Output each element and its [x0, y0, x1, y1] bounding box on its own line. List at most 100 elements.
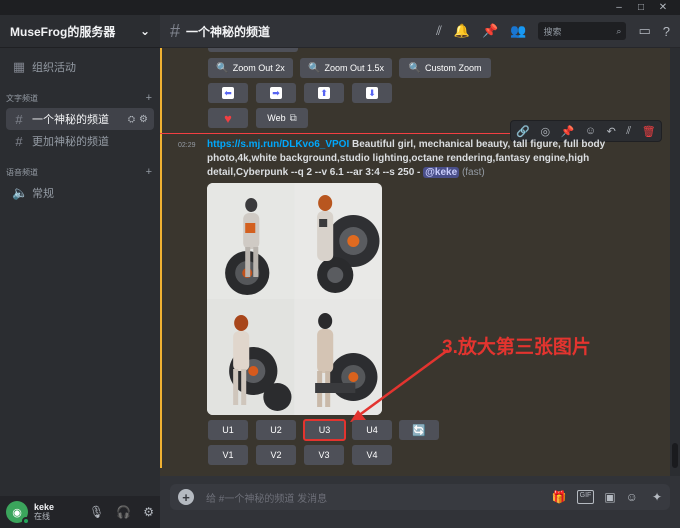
pan-down-button[interactable]: ⬇ — [352, 83, 392, 103]
microphone-icon[interactable]: 🎙 — [89, 505, 104, 519]
header-toolbar: ⫽ 🔔 📌 👥 搜索 ⌕ ▭ ? — [436, 22, 670, 40]
zoom-out-1.5x-button[interactable]: 🔍 Zoom Out 1.5x — [300, 58, 392, 78]
members-icon[interactable]: 👥 — [510, 23, 526, 39]
app-icon[interactable]: ◎ — [540, 125, 550, 138]
button-label: V4 — [366, 450, 378, 460]
apps-icon[interactable]: ✦ — [652, 490, 662, 504]
add-channel-icon[interactable]: + — [146, 92, 152, 104]
variation-v3-button[interactable]: V3 — [304, 445, 344, 465]
sticker-icon[interactable]: ▣ — [604, 490, 615, 504]
emoji-icon[interactable]: ☺ — [585, 125, 596, 137]
threads-icon[interactable]: ⫽ — [436, 23, 442, 39]
variation-v2-button[interactable]: V2 — [256, 445, 296, 465]
bell-icon[interactable]: 🔔 — [454, 23, 470, 39]
sidebar-item-channel-2[interactable]: # 更加神秘的频道 — [6, 130, 154, 152]
scrollbar-thumb[interactable] — [672, 443, 678, 468]
pin-icon[interactable]: 📌 — [561, 125, 575, 138]
message-placeholder: 给 #一个神秘的频道 发消息 — [206, 493, 328, 505]
search-placeholder: 搜索 — [543, 26, 562, 37]
prompt-link[interactable]: https://s.mj.run/DLKvo6_VPOI — [207, 139, 349, 150]
voice-category-label: 语音频道 — [6, 167, 38, 177]
variation-v1-button[interactable]: V1 — [208, 445, 248, 465]
arrow-up-icon: ⬆ — [318, 87, 330, 99]
partial-button[interactable] — [208, 48, 298, 52]
hash-icon: # — [15, 111, 23, 127]
invite-icon[interactable]: ⛭ — [128, 114, 135, 125]
reroll-button[interactable]: 🔄 — [399, 420, 439, 440]
new-messages-divider — [160, 133, 510, 134]
pin-icon[interactable]: 📌 — [482, 23, 498, 39]
custom-zoom-button[interactable]: 🔍 Custom Zoom — [399, 58, 491, 78]
reply-icon[interactable]: ↶ — [607, 125, 616, 138]
link-icon[interactable]: 🔗 — [516, 125, 530, 138]
voice-category[interactable]: 语音频道 + — [6, 164, 152, 180]
message-area: 🔍 Zoom Out 2x 🔍 Zoom Out 1.5x 🔍 Custom Zoom… — [160, 48, 670, 476]
user-info[interactable]: keke 在线 — [34, 502, 54, 522]
server-header[interactable]: MuseFrog的服务器 ⌄ — [0, 15, 160, 48]
add-channel-icon[interactable]: + — [146, 166, 152, 178]
message-input[interactable]: + 给 #一个神秘的频道 发消息 🎁 GIF ▣ ☺ ✦ — [170, 484, 670, 510]
speaker-icon: 🔈 — [12, 185, 29, 200]
emoji-icon[interactable]: ☺ — [626, 490, 638, 504]
inbox-icon[interactable]: ▭ — [638, 23, 650, 39]
close-window-button[interactable]: ✕ — [652, 0, 674, 15]
user-mention[interactable]: @keke — [423, 167, 460, 178]
search-input[interactable]: 搜索 ⌕ — [538, 22, 627, 40]
headphones-icon[interactable]: 🎧 — [116, 505, 131, 519]
sidebar-item-voice-general[interactable]: 🔈 常规 — [6, 182, 154, 204]
hash-icon: # — [15, 133, 23, 149]
button-label: V1 — [222, 450, 234, 460]
scrollbar[interactable] — [670, 48, 680, 476]
gear-icon[interactable]: ⚙ — [139, 114, 148, 125]
minimize-button[interactable]: – — [608, 0, 630, 15]
channel-sidebar: MuseFrog的服务器 ⌄ ▦ 组织活动 文字频道 + # 一个神秘的频道 ⛭… — [0, 15, 160, 528]
button-label: Zoom Out 2x — [232, 63, 285, 73]
help-icon[interactable]: ? — [663, 24, 670, 39]
channel-label: 更加神秘的频道 — [32, 136, 109, 148]
variation-v4-button[interactable]: V4 — [352, 445, 392, 465]
maximize-button[interactable]: □ — [630, 0, 652, 15]
button-label: Custom Zoom — [424, 63, 482, 73]
web-button[interactable]: Web ⧉ — [256, 108, 308, 128]
user-controls: 🎙 🎧 ⚙ — [89, 505, 154, 519]
gift-icon[interactable]: 🎁 — [552, 490, 567, 504]
magnifier-icon: 🔍 — [308, 62, 321, 74]
arrow-down-icon: ⬇ — [366, 87, 378, 99]
refresh-icon: 🔄 — [412, 424, 426, 437]
speed-tag: (fast) — [459, 167, 485, 178]
pan-right-button[interactable]: ➡ — [256, 83, 296, 103]
gif-icon[interactable]: GIF — [576, 490, 595, 504]
zoom-out-2x-button[interactable]: 🔍 Zoom Out 2x — [208, 58, 293, 78]
upscale-u3-button[interactable]: U3 — [303, 419, 346, 441]
upscale-u4-button[interactable]: U4 — [352, 420, 392, 440]
channel-label: 一个神秘的频道 — [32, 114, 109, 126]
composer-tools: 🎁 GIF ▣ ☺ — [552, 490, 638, 504]
button-label: U3 — [318, 425, 331, 435]
events-label: 组织活动 — [32, 62, 76, 74]
upscale-u2-button[interactable]: U2 — [256, 420, 296, 440]
button-label: Web — [267, 113, 286, 123]
favorite-button[interactable]: ♥ — [208, 108, 248, 128]
thread-icon[interactable]: ⫽ — [626, 125, 631, 138]
delete-icon[interactable]: 🗑 — [642, 125, 656, 138]
avatar[interactable]: ◉ — [6, 501, 30, 525]
pan-left-button[interactable]: ⬅ — [208, 83, 248, 103]
annotation-text: 3.放大第三张图片 — [442, 337, 591, 358]
message-timestamp: 02:29 — [178, 142, 196, 149]
upscale-u1-button[interactable]: U1 — [208, 420, 248, 440]
settings-gear-icon[interactable]: ⚙ — [143, 505, 154, 519]
voice-channel-label: 常规 — [32, 188, 54, 200]
search-icon: ⌕ — [616, 25, 622, 36]
text-category-label: 文字频道 — [6, 93, 38, 103]
text-category[interactable]: 文字频道 + — [6, 90, 152, 106]
add-attachment-icon[interactable]: + — [178, 489, 194, 505]
button-label: U1 — [222, 425, 234, 435]
message-content: https://s.mj.run/DLKvo6_VPOI Beautiful g… — [207, 138, 662, 180]
button-label: U2 — [270, 425, 282, 435]
sidebar-item-events[interactable]: ▦ 组织活动 — [6, 56, 154, 78]
user-status: 在线 — [34, 512, 50, 521]
pan-up-button[interactable]: ⬆ — [304, 83, 344, 103]
sidebar-item-channel-1[interactable]: # 一个神秘的频道 ⛭ ⚙ — [6, 108, 154, 130]
title-bar: – □ ✕ — [0, 0, 680, 15]
generated-image-2 — [294, 183, 382, 299]
